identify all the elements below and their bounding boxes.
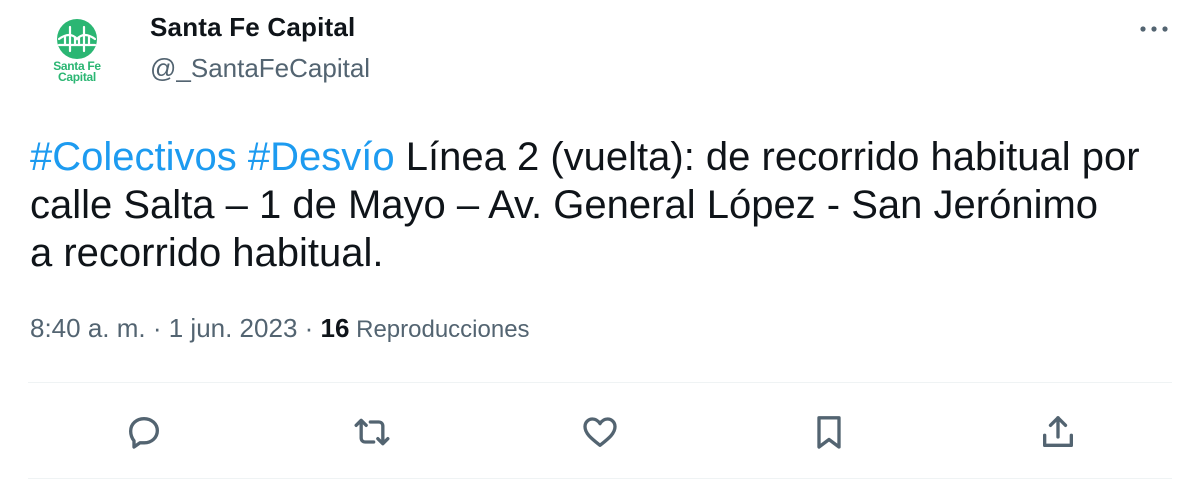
- avatar[interactable]: Santa Fe Capital: [40, 14, 114, 88]
- share-icon: [1043, 416, 1073, 447]
- divider: [28, 382, 1172, 383]
- author-display-name[interactable]: Santa Fe Capital: [150, 12, 355, 43]
- tweet-meta: 8:40 a. m. · 1 jun. 2023 · 16 Reproducci…: [30, 313, 530, 344]
- meta-separator: ·: [145, 313, 169, 343]
- more-options-button[interactable]: [1136, 14, 1172, 44]
- avatar-logo-line-2: Capital: [58, 70, 96, 84]
- retweet-button[interactable]: [346, 406, 398, 458]
- action-bar: [0, 406, 1200, 458]
- hashtag-colectivos[interactable]: #Colectivos: [30, 135, 237, 179]
- author-handle[interactable]: @_SantaFeCapital: [150, 53, 370, 84]
- like-button[interactable]: [574, 406, 626, 458]
- bookmark-icon: [817, 416, 841, 449]
- avatar-logo-text: Santa Fe Capital: [53, 60, 101, 84]
- tweet-text: #Colectivos #Desvío Línea 2 (vuelta): de…: [30, 133, 1150, 277]
- meta-separator: ·: [297, 313, 321, 343]
- views-label: Reproducciones: [349, 316, 530, 343]
- tweet: Santa Fe Capital Santa Fe Capital @_Sant…: [0, 0, 1200, 491]
- views-count: 16: [320, 313, 350, 343]
- bottom-divider: [28, 478, 1172, 479]
- reply-button[interactable]: [118, 406, 170, 458]
- more-dots-icon: [1140, 26, 1168, 32]
- hashtag-desvio[interactable]: #Desvío: [248, 135, 395, 179]
- tweet-time[interactable]: 8:40 a. m.: [30, 313, 146, 343]
- bookmark-button[interactable]: [803, 406, 855, 458]
- share-button[interactable]: [1032, 406, 1084, 458]
- reply-icon: [129, 417, 159, 449]
- heart-icon: [583, 417, 617, 447]
- retweet-icon: [354, 418, 390, 446]
- bridge-logo-icon: [57, 19, 97, 59]
- tweet-date[interactable]: 1 jun. 2023: [169, 313, 298, 343]
